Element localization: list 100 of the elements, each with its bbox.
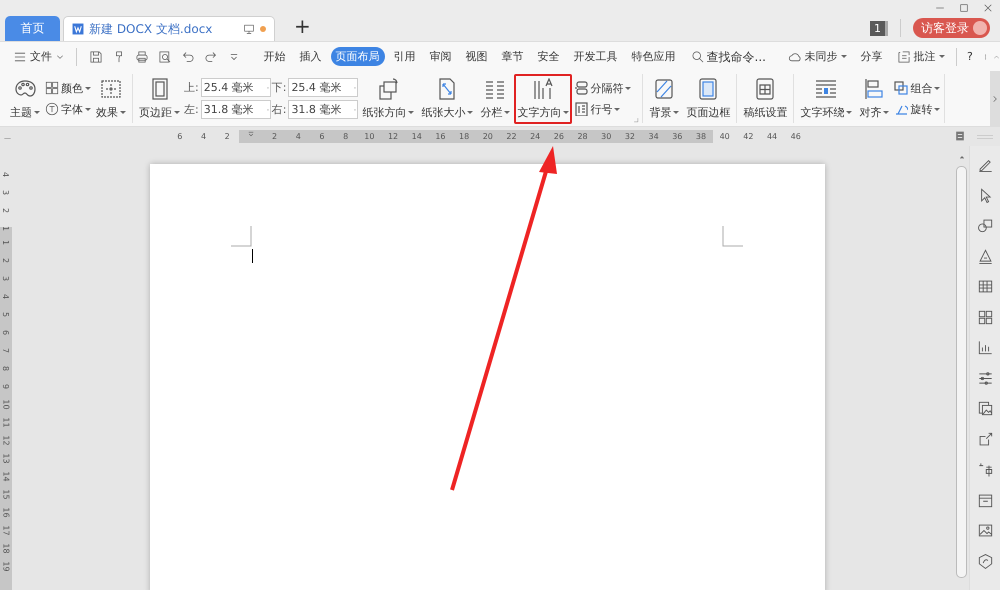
- ribbon-tab[interactable]: 开始: [258, 47, 290, 66]
- shield-icon[interactable]: [976, 552, 994, 570]
- window-count-badge: 1: [870, 20, 888, 36]
- pages-rotate-icon: [377, 78, 400, 100]
- ruler-number: 13: [2, 452, 10, 464]
- ribbon-button[interactable]: 旋转: [893, 100, 942, 118]
- field-label: 下:: [272, 80, 286, 95]
- help-button[interactable]: ?: [962, 48, 978, 65]
- ruler-number: 1: [2, 225, 10, 231]
- archive-icon[interactable]: [976, 492, 994, 508]
- triangle-icon[interactable]: [976, 248, 994, 264]
- margin-field[interactable]: 25.4 毫米: [200, 78, 271, 97]
- text-direction-icon: [532, 78, 554, 100]
- share-icon[interactable]: [976, 430, 994, 448]
- undo-icon[interactable]: [180, 50, 194, 64]
- ribbon-button[interactable]: 纸张大小: [418, 74, 476, 124]
- indent-marker-icon[interactable]: [246, 129, 256, 139]
- ribbon-button[interactable]: 分栏: [477, 74, 514, 124]
- search-icon: [690, 50, 704, 64]
- ruler-number: 10: [2, 398, 10, 410]
- ruler-number: 34: [642, 130, 666, 143]
- login-button[interactable]: 访客登录: [913, 18, 990, 38]
- ribbon-button[interactable]: 页边距: [136, 74, 183, 124]
- redo-icon[interactable]: [204, 50, 218, 64]
- pictures-icon[interactable]: [976, 400, 994, 417]
- tiles-icon[interactable]: [976, 308, 994, 326]
- ruler-number: 18: [452, 130, 476, 143]
- new-tab-button[interactable]: +: [290, 14, 315, 38]
- ribbon-button[interactable]: 对齐: [856, 74, 892, 124]
- ruler-number: 28: [570, 130, 594, 143]
- ruler-number: 7: [2, 347, 10, 353]
- toolbar-button[interactable]: 未同步: [782, 47, 852, 66]
- ribbon-button[interactable]: 字体: [44, 100, 92, 118]
- ribbon-tab[interactable]: 页面布局: [330, 47, 384, 66]
- preview-icon[interactable]: [158, 50, 172, 64]
- margin-corner-icon: [231, 226, 252, 247]
- monitor-icon[interactable]: [243, 23, 255, 35]
- ribbon-tab[interactable]: 开发工具: [568, 47, 622, 66]
- ribbon-button[interactable]: 行号: [573, 100, 632, 118]
- field-label: 左:: [184, 102, 199, 117]
- printer-icon[interactable]: [134, 50, 148, 64]
- ribbon-tab[interactable]: 引用: [388, 47, 420, 66]
- ruler-number: 8: [334, 130, 358, 143]
- ruler-number: 32: [618, 130, 642, 143]
- margin-field[interactable]: 25.4 毫米: [288, 78, 358, 97]
- ribbon-button[interactable]: 主题: [7, 74, 43, 124]
- ribbon-tab[interactable]: 插入: [294, 47, 326, 66]
- maximize-icon[interactable]: [958, 2, 970, 14]
- ruler-number: 2: [2, 257, 10, 263]
- ribbon-tab[interactable]: 特色应用: [626, 47, 680, 66]
- ruler-number: 17: [2, 524, 10, 536]
- ruler-number: 6: [2, 329, 10, 335]
- ruler-number: 11: [2, 416, 10, 428]
- ribbon-button[interactable]: 分隔符: [573, 80, 632, 96]
- margin-field[interactable]: 31.8 毫米: [288, 100, 358, 119]
- ruler-number: 2: [2, 207, 10, 213]
- ruler-toggle-icon[interactable]: [954, 130, 966, 142]
- margin-field[interactable]: 31.8 毫米: [200, 100, 271, 119]
- ruler-number: 4: [2, 293, 10, 299]
- ribbon-tab[interactable]: 安全: [532, 47, 564, 66]
- ribbon-button[interactable]: 颜色: [44, 80, 92, 96]
- ruler-number: 2: [224, 131, 231, 143]
- image-icon[interactable]: [976, 522, 994, 539]
- ribbon-button[interactable]: 组合: [893, 80, 942, 96]
- comment-icon: [896, 50, 910, 64]
- ribbon-tab[interactable]: 视图: [460, 47, 492, 66]
- file-menu[interactable]: 文件: [8, 47, 70, 66]
- ruler-number: 14: [2, 470, 10, 482]
- toolbar-button[interactable]: 分享: [856, 47, 888, 66]
- toolbar-button[interactable]: 批注: [892, 47, 950, 66]
- translate-icon[interactable]: [976, 461, 994, 478]
- ribbon-button[interactable]: 背景: [646, 74, 682, 124]
- scrollbar-thumb[interactable]: [956, 166, 967, 578]
- ruler-number: 42: [742, 131, 754, 143]
- ruler-number: 15: [2, 488, 10, 500]
- close-icon[interactable]: [982, 2, 994, 14]
- table-icon[interactable]: [976, 278, 994, 295]
- field-label: 右:: [272, 102, 286, 117]
- shapes-icon[interactable]: [976, 217, 994, 234]
- ribbon-button[interactable]: 效果: [93, 74, 129, 124]
- ruler-number: 38: [689, 130, 713, 143]
- ribbon-button[interactable]: 文字环绕: [797, 74, 856, 124]
- save-icon[interactable]: [88, 50, 102, 64]
- ribbon-tab[interactable]: 章节: [496, 47, 528, 66]
- ribbon-button[interactable]: 文字方向: [514, 74, 572, 124]
- tab[interactable]: 新建 DOCX 文档.docx: [63, 16, 275, 41]
- ruler-number: 20: [476, 130, 500, 143]
- ribbon-button[interactable]: 纸张方向: [359, 74, 418, 124]
- overlapping-squares-icon: [894, 81, 908, 95]
- line-numbers-icon: [574, 102, 588, 116]
- ruler-number: 46: [790, 131, 802, 143]
- search-field[interactable]: 查找命令...: [690, 50, 778, 64]
- ribbon-button[interactable]: 页面边框: [683, 74, 734, 124]
- ribbon-button[interactable]: 稿纸设置: [740, 74, 790, 124]
- palette-icon: [14, 78, 36, 100]
- grid-page-icon: [754, 78, 776, 100]
- ribbon-tab[interactable]: 审阅: [424, 47, 456, 66]
- bar-chart-icon[interactable]: [976, 339, 994, 356]
- sliders-icon[interactable]: [976, 370, 994, 386]
- ruler-number: 2: [262, 130, 286, 143]
